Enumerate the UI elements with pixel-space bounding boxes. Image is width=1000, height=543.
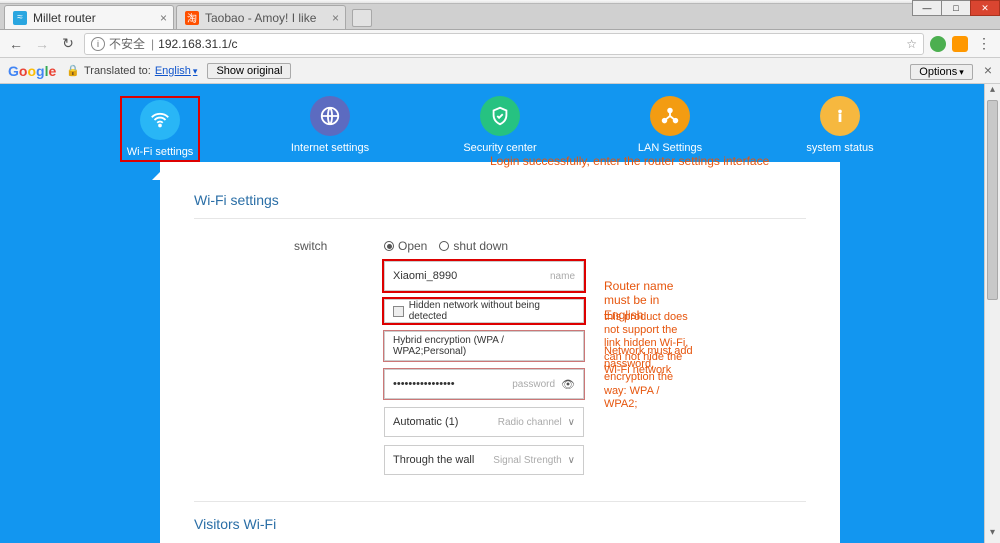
chevron-down-icon: ∨ [568,417,575,428]
switch-label: switch [294,239,384,253]
new-tab-button[interactable] [352,9,372,27]
nav-wifi-settings[interactable]: Wi-Fi settings [120,96,200,162]
browser-tabstrip: ≈ Millet router × 淘 Taobao - Amoy! I lik… [0,4,1000,30]
reload-button[interactable]: ↻ [58,34,78,54]
translate-bar: Google 🔒 Translated to: English Show ori… [0,58,1000,84]
network-icon [650,96,690,136]
wifi-name-value: Xiaomi_8990 [393,270,457,282]
router-top-nav: Wi-Fi settings Internet settings Securit… [0,84,1000,162]
visitors-wifi-title: Visitors Wi-Fi [194,516,806,542]
annotation-encryption: Network must add password, encryption th… [604,345,694,411]
browser-menu-button[interactable]: ⋮ [974,34,994,54]
radio-channel-value: Automatic (1) [393,416,458,428]
password-value: •••••••••••••••• [393,378,455,390]
field-suffix-label: password [512,379,555,390]
scroll-up-button[interactable]: ▴ [985,84,1000,100]
window-close-button[interactable]: ✕ [970,0,1000,16]
wifi-name-input[interactable]: Xiaomi_8990 name [384,261,584,291]
browser-tab-active[interactable]: ≈ Millet router × [4,5,174,29]
back-button[interactable]: ← [6,34,26,54]
radio-channel-select[interactable]: Automatic (1) Radio channel ∨ [384,407,584,437]
nav-label: Internet settings [291,142,369,154]
wifi-icon [140,100,180,140]
forward-button[interactable]: → [32,34,52,54]
radio-shutdown[interactable]: shut down [439,239,508,253]
bookmark-star-icon[interactable]: ☆ [906,37,917,51]
field-suffix-label: name [550,271,575,282]
settings-card: Login successfully, enter the router set… [160,162,840,543]
checkbox-icon[interactable] [393,306,404,317]
hidden-network-checkbox-row[interactable]: Hidden network without being detected [384,299,584,323]
tab-favicon: ≈ [13,11,27,25]
hidden-network-label: Hidden network without being detected [409,300,575,322]
extension-icon[interactable] [930,36,946,52]
shield-icon [480,96,520,136]
encryption-select[interactable]: Hybrid encryption (WPA / WPA2;Personal) [384,331,584,361]
nav-label: LAN Settings [638,142,702,154]
extension-icon[interactable] [952,36,968,52]
chevron-down-icon: ∨ [568,455,575,466]
signal-strength-select[interactable]: Through the wall Signal Strength ∨ [384,445,584,475]
eye-icon[interactable]: 👁 [561,378,575,391]
field-suffix-label: Radio channel [498,417,562,428]
tab-title: Taobao - Amoy! I like [205,11,316,25]
insecure-label: 不安全 [109,35,145,52]
field-suffix-label: Signal Strength [493,455,561,466]
radio-open[interactable]: Open [384,239,427,253]
show-original-button[interactable]: Show original [207,63,291,79]
page-content: Wi-Fi settings Internet settings Securit… [0,84,1000,543]
nav-lan-settings[interactable]: LAN Settings [630,96,710,162]
google-logo: Google [8,63,56,79]
tab-favicon: 淘 [185,11,199,25]
scrollbar-thumb[interactable] [987,100,998,300]
nav-label: Wi-Fi settings [127,146,194,158]
vertical-scrollbar[interactable]: ▴ ▾ [984,84,1000,543]
translated-to-label: Translated to: [84,65,151,77]
nav-security-center[interactable]: Security center [460,96,540,162]
nav-internet-settings[interactable]: Internet settings [290,96,370,162]
address-bar[interactable]: i 不安全 | 192.168.31.1/c ☆ [84,33,924,55]
encryption-value: Hybrid encryption (WPA / WPA2;Personal) [393,335,575,357]
site-info-icon[interactable]: i [91,37,105,51]
globe-icon [310,96,350,136]
tab-title: Millet router [33,11,96,25]
nav-label: Security center [463,142,536,154]
translate-options-dropdown[interactable]: Options [910,64,972,80]
signal-strength-value: Through the wall [393,454,474,466]
url-text: 192.168.31.1/c [158,37,237,51]
tab-close-icon[interactable]: × [332,11,339,25]
tab-close-icon[interactable]: × [160,11,167,25]
info-icon [820,96,860,136]
lock-icon: 🔒 [66,64,80,77]
nav-system-status[interactable]: system status [800,96,880,162]
nav-label: system status [806,142,873,154]
password-input[interactable]: •••••••••••••••• password 👁 [384,369,584,399]
card-title: Wi-Fi settings [194,192,806,219]
scroll-down-button[interactable]: ▾ [985,527,1000,543]
browser-tab-inactive[interactable]: 淘 Taobao - Amoy! I like × [176,5,346,29]
annotation-login: Login successfully, enter the router set… [490,154,769,168]
translate-close-icon[interactable]: × [984,62,992,78]
window-minimize-button[interactable]: — [912,0,942,16]
browser-toolbar: ← → ↻ i 不安全 | 192.168.31.1/c ☆ ⋮ [0,30,1000,58]
window-maximize-button[interactable]: □ [941,0,971,16]
translate-language-dropdown[interactable]: English [155,65,198,77]
